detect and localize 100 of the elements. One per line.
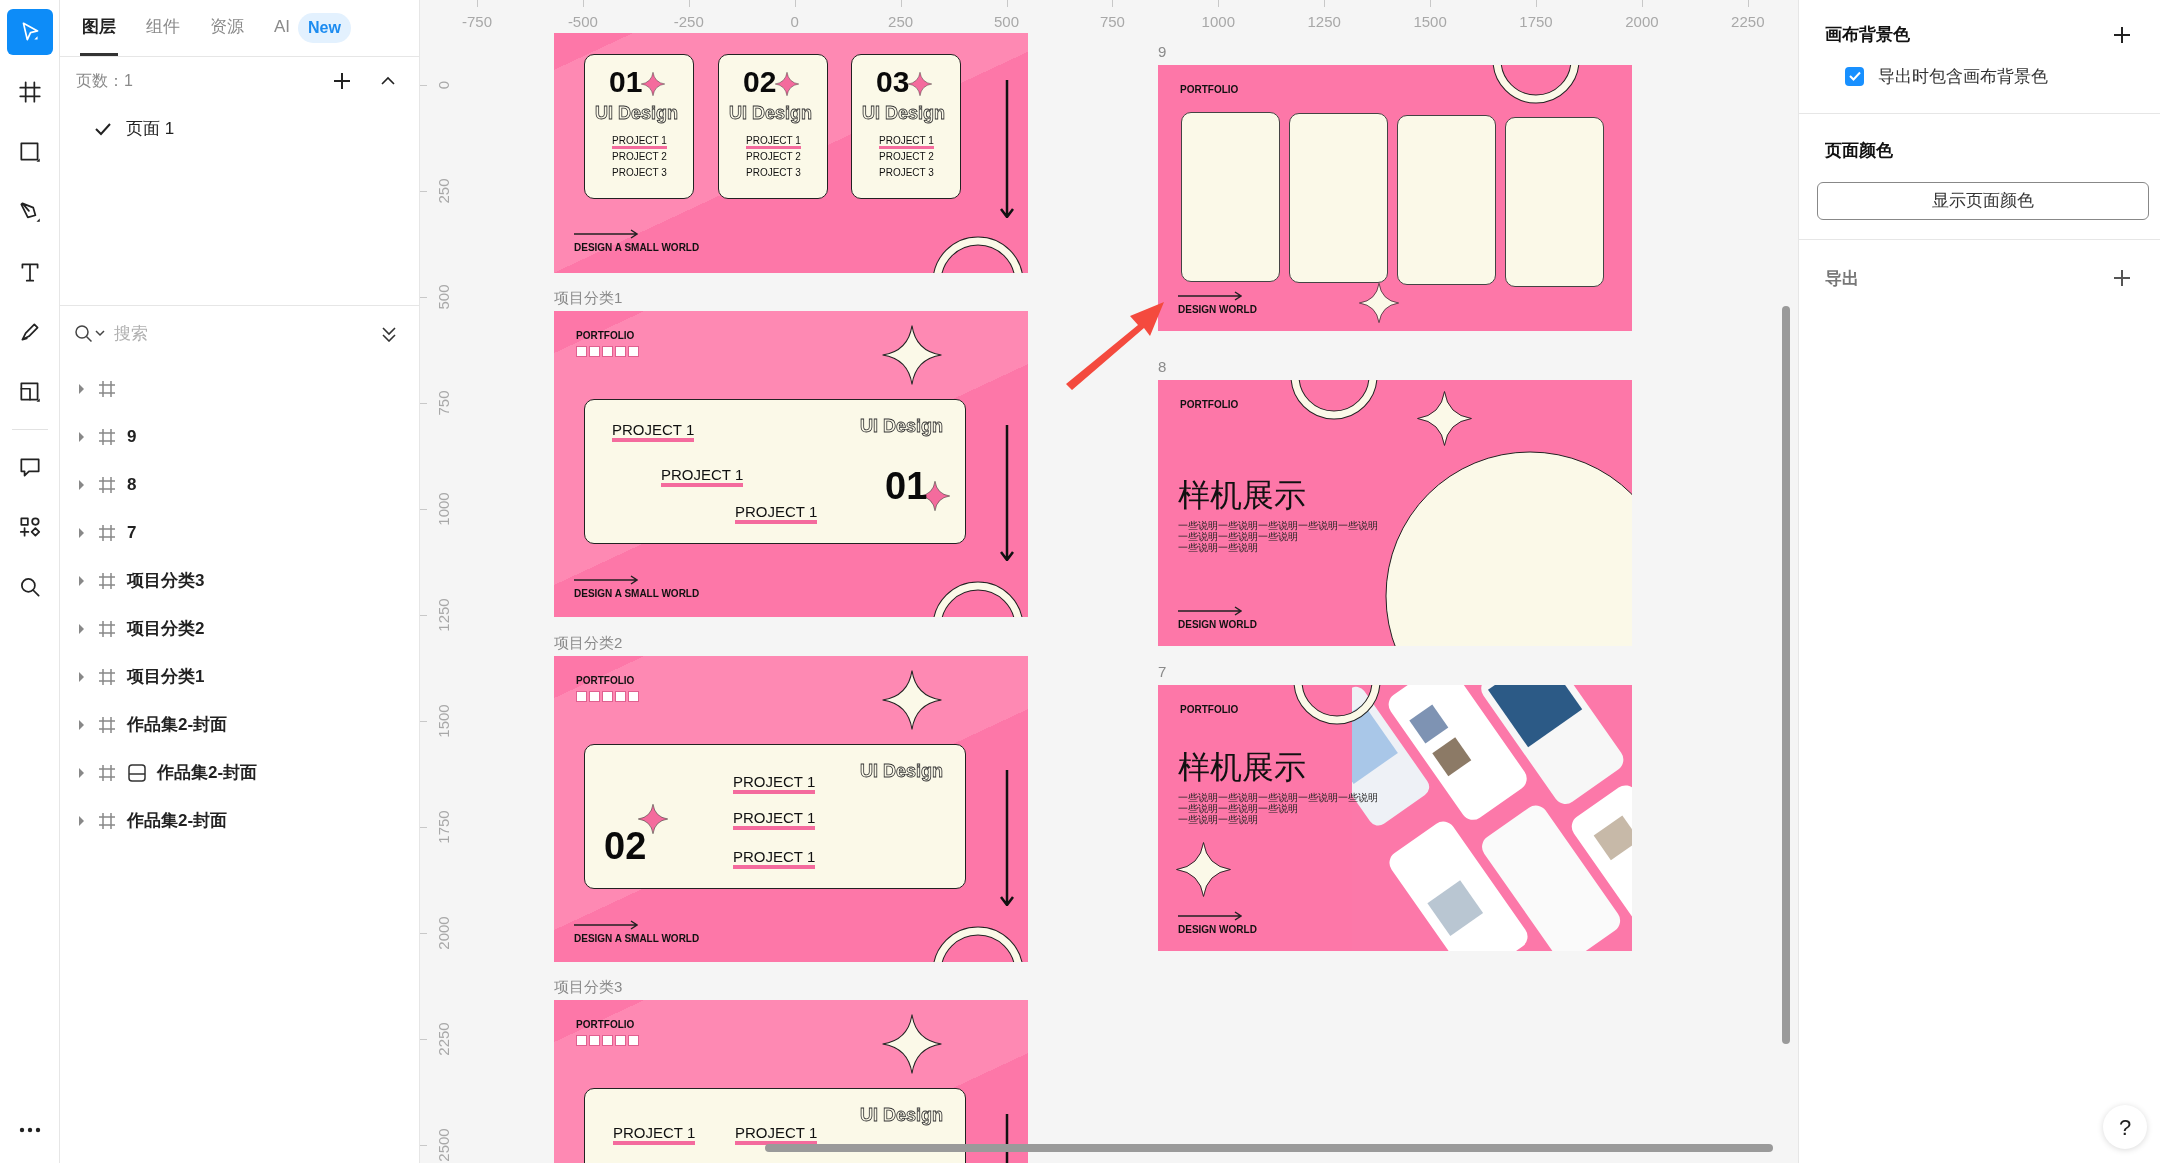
card-title: UI Design [595, 104, 678, 122]
caret-icon[interactable] [76, 431, 87, 443]
caret-icon[interactable] [76, 719, 87, 731]
card-title: UI Design [860, 762, 943, 780]
star-icon [882, 670, 942, 730]
show-page-color-button[interactable]: 显示页面颜色 [1817, 181, 2149, 220]
ruler-label: -750 [462, 12, 492, 32]
caret-icon[interactable] [76, 671, 87, 683]
page-item[interactable]: 页面 1 [68, 105, 411, 153]
ruler-label: 250 [433, 178, 453, 204]
panel-tab[interactable]: 资源 [208, 0, 246, 56]
project-item: PROJECT 2 [612, 151, 667, 164]
project-item: PROJECT 1 [733, 849, 816, 869]
frame-icon [97, 667, 117, 687]
star-icon [908, 72, 932, 96]
down-arrow-icon [1000, 770, 1014, 906]
frame-label: 7 [1158, 664, 1167, 679]
card-title: UI Design [862, 104, 945, 122]
section-title: 页面颜色 [1824, 140, 1894, 162]
scrollbar[interactable] [765, 1144, 1773, 1152]
ruler-label: 2250 [433, 1022, 453, 1056]
layer-row[interactable]: 作品集2-封面 [60, 701, 419, 749]
layer-name: 项目分类1 [127, 666, 205, 689]
frame-label: 项目分类2 [554, 635, 623, 650]
arrow-icon [574, 575, 638, 585]
collapse-all-icon[interactable] [381, 326, 397, 342]
squares-icon [576, 1035, 640, 1046]
description-text: 一些说明一些说明一些说明 [1178, 532, 1298, 542]
star-icon [638, 804, 668, 834]
frame-icon [97, 523, 117, 543]
frame-icon [97, 427, 117, 447]
ruler-label: -250 [673, 12, 704, 32]
frame-icon [97, 379, 117, 399]
card-title: UI Design [860, 417, 943, 435]
card-number: 01 [609, 67, 643, 97]
footer-text: DESIGN A SMALL WORLD [574, 243, 700, 253]
ruler-label: 250 [888, 12, 914, 32]
page-name: 页面 1 [126, 118, 175, 141]
down-arrow-icon [1000, 80, 1014, 218]
frame-label: 9 [1158, 44, 1167, 59]
search-icon[interactable] [74, 324, 106, 344]
project-item: PROJECT 1 [612, 135, 667, 149]
caret-icon[interactable] [76, 815, 87, 827]
frame-icon [16, 79, 43, 105]
caret-icon[interactable] [76, 575, 87, 587]
frame-label: 项目分类3 [554, 979, 623, 994]
layer-row[interactable]: 项目分类1 [60, 653, 419, 701]
arrow-icon [1178, 291, 1242, 301]
section-title: 画布背景色 [1825, 24, 1910, 46]
ruler-label: 1750 [433, 810, 453, 844]
ruler-label: 750 [1099, 12, 1125, 32]
frame-label: 项目分类1 [554, 290, 623, 305]
scrollbar[interactable] [1782, 306, 1790, 1044]
star-icon [1175, 841, 1231, 897]
check-icon [1848, 71, 1861, 82]
ruler-label: 2000 [433, 916, 453, 950]
chevron-up-icon [380, 76, 396, 86]
layer-name: 8 [127, 474, 137, 497]
layer-row[interactable]: 9 [60, 413, 419, 461]
ruler-label: 500 [433, 284, 453, 310]
project-item: PROJECT 2 [879, 151, 934, 164]
plus-icon [332, 71, 352, 91]
panel-tab[interactable]: 组件 [144, 0, 182, 56]
slide-title: 样机展示 [1178, 751, 1306, 783]
project-item: PROJECT 3 [612, 167, 667, 180]
layer-row[interactable]: 项目分类2 [60, 605, 419, 653]
portfolio-label: PORTFOLIO [576, 676, 635, 686]
card-title: UI Design [860, 1106, 943, 1124]
caret-icon[interactable] [76, 767, 87, 779]
layer-row[interactable]: 作品集2-封面 [60, 797, 419, 845]
description-text: 一些说明一些说明一些说明 [1178, 804, 1298, 814]
ruler-label: 2000 [1625, 12, 1659, 32]
project-item: PROJECT 2 [746, 151, 801, 164]
project-item: PROJECT 1 [746, 135, 801, 149]
ruler-label: 1250 [433, 598, 453, 632]
help-button[interactable]: ? [2103, 1105, 2147, 1149]
project-item: PROJECT 3 [879, 167, 934, 180]
ruler-label: 1000 [433, 492, 453, 526]
layer-row[interactable]: 作品集2-封面 [60, 749, 419, 797]
frame-icon [97, 811, 117, 831]
squares-icon [576, 691, 640, 702]
checkbox[interactable] [1845, 66, 1864, 86]
layer-row[interactable]: 8 [60, 461, 419, 509]
layer-row[interactable]: 7 [60, 509, 419, 557]
card-title: UI Design [729, 104, 812, 122]
ruler-label: -500 [567, 12, 598, 32]
checkbox-label: 导出时包含画布背景色 [1878, 65, 2048, 88]
layer-row[interactable]: 项目分类3 [60, 557, 419, 605]
layer-name: 项目分类3 [127, 570, 205, 593]
panel-tab[interactable]: 图层 [80, 0, 118, 56]
caret-icon[interactable] [76, 383, 87, 395]
arrow-icon [1178, 606, 1242, 616]
caret-icon[interactable] [76, 623, 87, 635]
ruler-label: 500 [994, 12, 1019, 32]
caret-icon[interactable] [76, 527, 87, 539]
arrow-icon [1178, 911, 1242, 921]
star-icon [882, 1014, 942, 1074]
caret-icon[interactable] [76, 479, 87, 491]
layer-search-field[interactable]: 搜索 [114, 321, 381, 347]
ruler-label: 2500 [433, 1128, 453, 1162]
